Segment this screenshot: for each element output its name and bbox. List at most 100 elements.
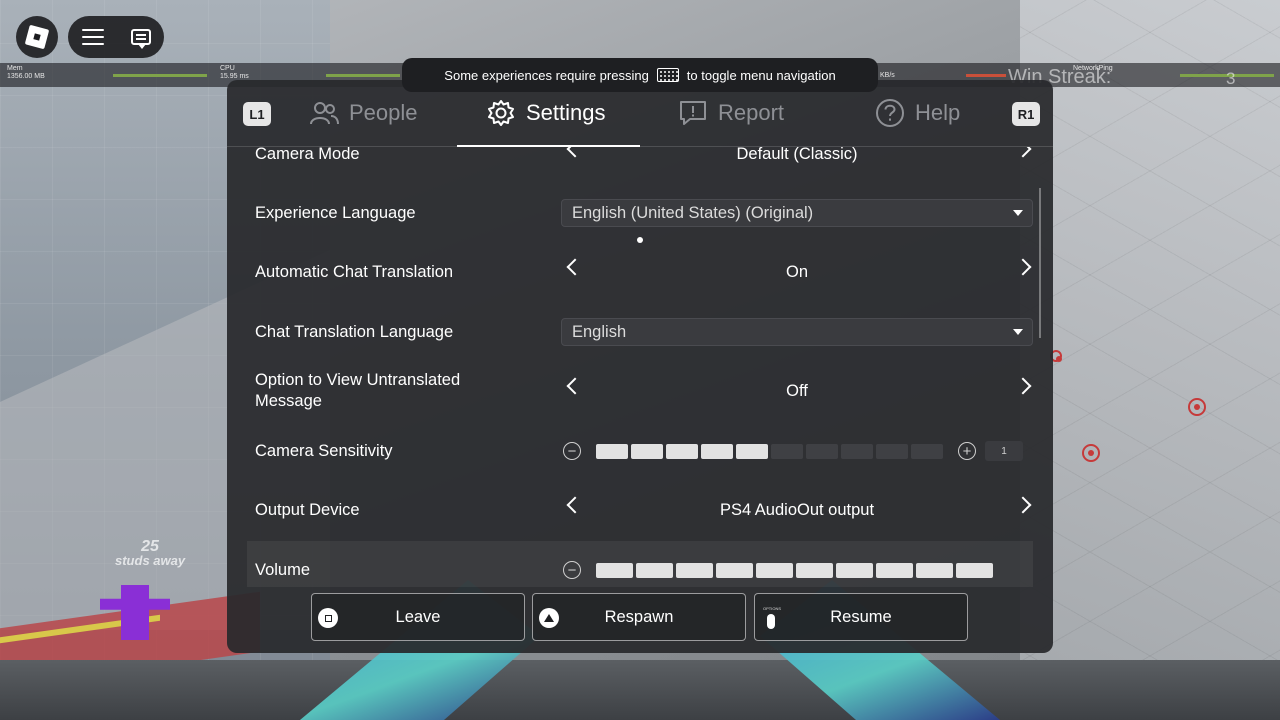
leave-button[interactable]: Leave xyxy=(311,593,525,641)
chat-translation-language-label: Chat Translation Language xyxy=(255,322,454,341)
tab-people-label: People xyxy=(349,100,418,125)
hamburger-menu-icon[interactable] xyxy=(81,29,104,45)
chevron-left-icon[interactable] xyxy=(566,258,584,276)
triangle-button-icon xyxy=(539,608,559,628)
volume-slider[interactable] xyxy=(596,563,993,578)
slider-segment[interactable] xyxy=(701,444,733,459)
chevron-left-icon[interactable] xyxy=(566,147,584,158)
toast-text-before: Some experiences require pressing xyxy=(444,67,649,83)
cpu-label: CPU xyxy=(220,65,235,72)
slider-segment[interactable] xyxy=(771,444,803,459)
mem-label: Mem xyxy=(7,65,23,72)
navigation-hint-toast: Some experiences require pressing to tog… xyxy=(402,58,878,92)
camera-sensitivity-value[interactable]: 1 xyxy=(985,441,1023,461)
setting-volume[interactable]: Volume − xyxy=(247,541,1033,587)
volume-label: Volume xyxy=(255,560,311,579)
slider-segment[interactable] xyxy=(596,444,628,459)
chevron-right-icon[interactable] xyxy=(1014,496,1032,514)
options-button-icon: OPTIONS xyxy=(763,606,781,632)
slider-segment[interactable] xyxy=(736,444,768,459)
caret-down-icon xyxy=(1013,329,1023,335)
slider-segment[interactable] xyxy=(666,444,698,459)
leave-label: Leave xyxy=(395,607,441,626)
network-graph-bar xyxy=(966,74,1006,77)
distance-text: studs away xyxy=(115,553,186,568)
chevron-right-icon[interactable] xyxy=(1014,258,1032,276)
help-icon xyxy=(876,99,904,127)
slider-segment[interactable] xyxy=(631,444,663,459)
camera-sensitivity-label: Camera Sensitivity xyxy=(255,441,393,460)
report-icon xyxy=(680,101,706,125)
resume-label: Resume xyxy=(830,607,892,626)
settings-scrollbar[interactable] xyxy=(1039,188,1041,338)
camera-sensitivity-slider[interactable] xyxy=(596,444,943,459)
setting-untranslated-message[interactable]: Option to View Untranslated Message Off xyxy=(247,362,1033,420)
chevron-right-icon[interactable] xyxy=(1014,147,1032,158)
minus-circle-icon[interactable]: − xyxy=(563,561,581,579)
respawn-button[interactable]: Respawn xyxy=(532,593,746,641)
tab-help-label: Help xyxy=(915,100,961,125)
cpu-graph-bar xyxy=(326,74,400,77)
setting-camera-mode[interactable]: Camera Mode Default (Classic) xyxy=(247,147,1033,183)
slider-segment[interactable] xyxy=(676,563,713,578)
mem-graph-bar xyxy=(113,74,207,77)
experience-language-label: Experience Language xyxy=(255,203,416,222)
square-button-icon xyxy=(318,608,338,628)
tab-people[interactable]: People xyxy=(309,80,418,146)
slider-segment[interactable] xyxy=(876,563,913,578)
slider-segment[interactable] xyxy=(806,444,838,459)
slider-segment[interactable] xyxy=(911,444,943,459)
output-device-label: Output Device xyxy=(255,500,360,519)
auto-chat-translation-value: On xyxy=(785,262,808,281)
mem-stat: Mem 1356.00 MB xyxy=(7,65,45,81)
slider-segment[interactable] xyxy=(841,444,873,459)
chat-icon[interactable] xyxy=(130,29,151,49)
chat-translation-language-value: English xyxy=(572,322,627,341)
untranslated-message-value: Off xyxy=(786,381,808,400)
chevron-left-icon[interactable] xyxy=(566,496,584,514)
minus-circle-icon[interactable]: − xyxy=(563,442,581,460)
slider-segment[interactable] xyxy=(636,563,673,578)
slider-segment[interactable] xyxy=(876,444,908,459)
slider-segment[interactable] xyxy=(956,563,993,578)
experience-language-dropdown[interactable]: English (United States) (Original) xyxy=(561,199,1033,227)
setting-chat-translation-language: Chat Translation Language English xyxy=(247,303,1033,361)
target-icon xyxy=(1188,398,1206,416)
settings-menu-panel: L1 People Settings Report Help R1 Camera… xyxy=(227,80,1053,653)
roblox-menu-button[interactable] xyxy=(16,16,58,58)
settings-list[interactable]: Camera Mode Default (Classic) Experience… xyxy=(227,147,1053,587)
chat-translation-language-dropdown[interactable]: English xyxy=(561,318,1033,346)
plus-circle-icon[interactable]: + xyxy=(958,442,976,460)
setting-output-device[interactable]: Output Device PS4 AudioOut output xyxy=(247,481,1033,539)
camera-mode-label: Camera Mode xyxy=(255,147,360,163)
l1-shoulder-hint: L1 xyxy=(243,102,271,126)
distance-marker: 25 studs away xyxy=(115,539,186,568)
people-icon xyxy=(310,102,339,125)
win-streak-value: 3 xyxy=(1226,69,1236,88)
untranslated-message-label: Option to View Untranslated Message xyxy=(255,371,461,410)
resume-button[interactable]: OPTIONS Resume xyxy=(754,593,968,641)
slider-segment[interactable] xyxy=(836,563,873,578)
output-device-value: PS4 AudioOut output xyxy=(719,500,875,519)
respawn-label: Respawn xyxy=(604,607,674,626)
slider-segment[interactable] xyxy=(716,563,753,578)
auto-chat-translation-label: Automatic Chat Translation xyxy=(255,262,454,281)
cpu-stat: CPU 15.95 ms xyxy=(220,65,249,81)
slider-segment[interactable] xyxy=(756,563,793,578)
setting-camera-sensitivity: Camera Sensitivity − + 1 xyxy=(247,422,1033,480)
slider-segment[interactable] xyxy=(796,563,833,578)
options-glyph-text: OPTIONS xyxy=(763,606,782,611)
tab-help[interactable]: Help xyxy=(875,80,960,146)
toast-text-after: to toggle menu navigation xyxy=(686,67,836,83)
hud-controls xyxy=(68,16,164,58)
chevron-right-icon[interactable] xyxy=(1014,377,1032,395)
r1-shoulder-hint: R1 xyxy=(1012,102,1040,126)
slider-segment[interactable] xyxy=(596,563,633,578)
options-pill-shape xyxy=(767,614,775,629)
slider-segment[interactable] xyxy=(916,563,953,578)
tab-report-label: Report xyxy=(718,100,785,125)
experience-language-value: English (United States) (Original) xyxy=(572,203,814,222)
setting-auto-chat-translation[interactable]: Automatic Chat Translation On xyxy=(247,243,1033,301)
tab-settings-label: Settings xyxy=(526,100,606,125)
chevron-left-icon[interactable] xyxy=(566,377,584,395)
